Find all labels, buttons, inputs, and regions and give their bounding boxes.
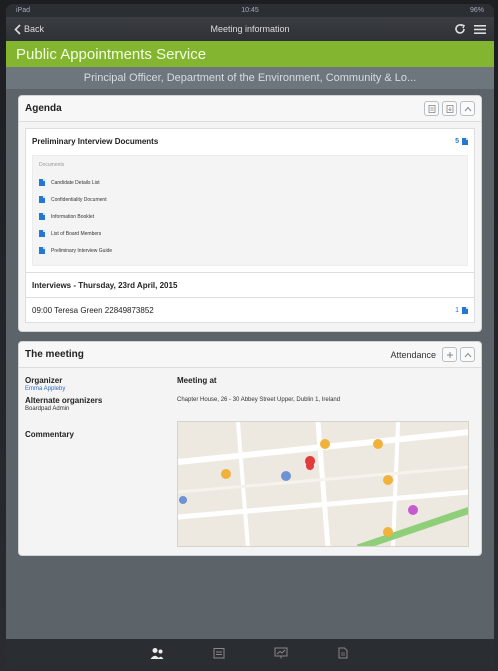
interview-row[interactable]: 09:00 Teresa Green 22849873852 1: [26, 298, 474, 322]
document-icon: [39, 179, 45, 186]
location-map[interactable]: [177, 421, 469, 547]
presentation-icon: [274, 647, 288, 659]
meeting-header: The meeting Attendance: [19, 342, 481, 368]
agenda-panel: Agenda Preliminary Interview Documents 5…: [18, 95, 482, 332]
appointment-subtitle: Principal Officer, Department of the Env…: [6, 67, 494, 89]
document-icon: [462, 137, 468, 145]
interview-doc-count: 1: [455, 306, 459, 314]
agenda-item-row[interactable]: Preliminary Interview Documents 5: [26, 129, 474, 153]
document-icon: [39, 213, 45, 220]
list-item[interactable]: Candidate Details List: [39, 174, 461, 191]
meeting-panel: The meeting Attendance Organizer Emma Ap…: [18, 341, 482, 556]
plus-icon: [446, 351, 453, 358]
menu-icon[interactable]: [474, 24, 486, 35]
chevron-up-icon: [464, 106, 471, 111]
back-label: Back: [24, 24, 45, 34]
download-button[interactable]: [442, 101, 457, 116]
document-icon: [39, 196, 45, 203]
organizer-label: Organizer: [25, 376, 63, 385]
device-frame: iPad 10:45 96% Back Meeting information …: [0, 0, 498, 671]
tab-people[interactable]: [150, 646, 164, 660]
meeting-address: Chapter House, 26 - 30 Abbey Street Uppe…: [177, 397, 341, 403]
list-item[interactable]: List of Board Members: [39, 225, 461, 242]
document-icon: [39, 247, 45, 254]
page-title: Meeting information: [210, 24, 290, 34]
chevron-left-icon: [14, 23, 21, 35]
download-icon: [446, 104, 453, 113]
interview-document-link[interactable]: 1: [455, 306, 468, 314]
interviews-title: Interviews - Thursday, 23rd April, 2015: [32, 280, 178, 290]
tab-document[interactable]: [336, 646, 350, 660]
document-name: Confidentiality Document: [51, 196, 107, 203]
list-item[interactable]: Confidentiality Document: [39, 191, 461, 208]
document-name: Candidate Details List: [51, 179, 100, 186]
alternate-organizers-label: Alternate organizers: [25, 396, 103, 405]
documents-header: Documents: [39, 162, 65, 168]
meeting-at-label: Meeting at: [177, 376, 217, 385]
calendar-icon: [213, 648, 225, 659]
list-icon: [428, 104, 435, 113]
interviews-header: Interviews - Thursday, 23rd April, 2015: [26, 273, 474, 297]
clock: 10:45: [241, 7, 259, 14]
agenda-header: Agenda: [19, 96, 481, 122]
list-item[interactable]: Information Booklet: [39, 208, 461, 225]
chevron-up-icon: [464, 352, 471, 357]
collapse-meeting-button[interactable]: [460, 347, 475, 362]
document-name: Preliminary Interview Guide: [51, 247, 113, 254]
document-icon: [338, 647, 348, 659]
carrier-label: iPad: [16, 7, 31, 14]
tab-bar: [6, 639, 494, 667]
attendance-label: Attendance: [390, 349, 436, 360]
meeting-title: The meeting: [25, 349, 84, 360]
brand-bar: Public Appointments Service: [6, 41, 494, 67]
navigation-bar: Back Meeting information: [6, 17, 494, 41]
organizer-name[interactable]: Emma Appleby: [25, 386, 165, 392]
list-item[interactable]: Preliminary Interview Guide: [39, 242, 461, 259]
status-bar: iPad 10:45 96%: [6, 4, 494, 17]
document-name: List of Board Members: [51, 230, 102, 237]
agenda-item-title: Preliminary Interview Documents: [32, 136, 159, 146]
battery-indicator: 96%: [469, 7, 484, 14]
document-count: 5: [455, 137, 459, 145]
document-icon: [462, 306, 468, 314]
add-attendance-button[interactable]: [442, 347, 457, 362]
document-list-button[interactable]: [424, 101, 439, 116]
app-screen: iPad 10:45 96% Back Meeting information …: [6, 4, 494, 667]
tab-presentation[interactable]: [274, 646, 288, 660]
commentary-label: Commentary: [25, 430, 74, 439]
collapse-agenda-button[interactable]: [460, 101, 475, 116]
tab-calendar[interactable]: [212, 646, 226, 660]
map-illustration: [178, 422, 468, 546]
document-name: Information Booklet: [51, 213, 95, 220]
document-count-link[interactable]: 5: [455, 137, 468, 145]
interview-candidate: 09:00 Teresa Green 22849873852: [32, 305, 154, 315]
refresh-icon[interactable]: [454, 23, 466, 35]
agenda-section: Preliminary Interview Documents 5 Docume…: [25, 128, 475, 323]
alternate-organizer-name: Boardpad Admin: [25, 406, 70, 412]
back-button[interactable]: Back: [14, 23, 45, 35]
documents-list: Documents Candidate Details List Confide…: [32, 155, 468, 266]
people-icon: [150, 648, 164, 659]
document-icon: [39, 230, 45, 237]
agenda-title: Agenda: [25, 103, 62, 114]
